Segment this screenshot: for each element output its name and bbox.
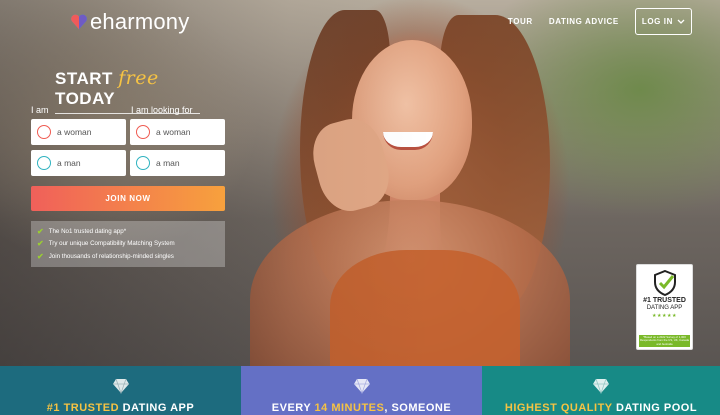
benefits-list: ✔ The No1 trusted dating app* ✔ Try our un… [31,221,225,267]
chevron-down-icon [677,19,685,24]
feature-highlight: 14 MINUTES [314,402,385,414]
login-label: LOG IN [641,17,673,26]
nav-dating-advice-link[interactable]: DATING ADVICE [549,17,619,26]
trusted-badge: #1 TRUSTED DATING APP ★★★★★ *Based on a … [636,264,693,350]
bullet-text: Try our unique Compatibility Matching Sy… [48,240,175,248]
list-item: ✔ The No1 trusted dating app* [37,225,219,238]
heart-gem-icon [112,378,129,394]
badge-line1: #1 TRUSTED [643,297,686,304]
hero-photo [0,0,720,366]
rating-stars: ★★★★★ [652,313,677,319]
login-button[interactable]: LOG IN [634,8,692,35]
radio-icon [136,156,150,170]
heart-gem-icon [593,378,609,394]
feature-strip: #1 TRUSTED DATING APP EVERY 14 MINUTES, … [0,366,720,415]
headline-free: free [118,67,159,89]
headline-start: START [55,69,119,88]
check-icon: ✔ [37,251,44,261]
badge-line2: DATING APP [646,305,683,311]
feature-title: #1 TRUSTED DATING APP [46,402,195,414]
option-label: a man [57,158,81,168]
radio-icon [136,125,150,139]
feature-highlight: #1 TRUSTED [46,402,120,414]
nav-tour-link[interactable]: TOUR [508,17,533,26]
badge-fine-print: *Based on a 2022 Survey of 1,000 Respond… [639,334,690,347]
i-am-woman-option[interactable]: a woman [31,119,126,145]
headline-end: TODAY [55,89,116,108]
join-now-button[interactable]: JOIN NOW [31,186,225,211]
top-nav: TOUR DATING ADVICE LOG IN [508,8,692,35]
looking-for-man-option[interactable]: a man [130,150,225,176]
bullet-text: Join thousands of relationship-minded si… [48,252,174,260]
i-am-label: I am [31,105,49,115]
feature-tile-trusted: #1 TRUSTED DATING APP [0,366,241,415]
feature-highlight: HIGHEST QUALITY [504,402,613,414]
i-am-man-option[interactable]: a man [31,150,126,176]
radio-icon [37,125,51,139]
list-item: ✔ Join thousands of relationship-minded s… [37,250,219,263]
option-label: a woman [156,127,191,137]
feature-tile-quality: HIGHEST QUALITY DATING POOL [482,366,720,415]
list-item: ✔ Try our unique Compatibility Matching S… [37,238,219,251]
option-label: a man [156,158,180,168]
check-icon: ✔ [37,239,44,249]
feature-title: EVERY 14 MINUTES, SOMEONE [271,402,452,414]
heart-gem-icon [353,378,370,394]
feature-tile-minutes: EVERY 14 MINUTES, SOMEONE [241,366,482,415]
bullet-text: The No1 trusted dating app* [48,227,127,235]
feature-title: HIGHEST QUALITY DATING POOL [504,402,698,414]
option-label: a woman [57,127,92,137]
shield-check-icon [653,270,676,296]
check-icon: ✔ [37,226,44,236]
looking-for-label: I am looking for [131,105,193,115]
looking-for-woman-option[interactable]: a woman [130,119,225,145]
eharmony-logo[interactable]: eharmony [70,9,189,35]
heart-logo-icon [71,14,87,30]
logo-text: eharmony [90,9,190,34]
radio-icon [37,156,51,170]
